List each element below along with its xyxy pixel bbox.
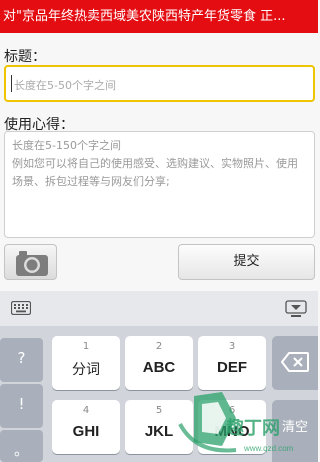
product-title-banner: 对"京品年终热卖西域美农陕西特产年货零食 正... [0,0,318,33]
experience-textarea[interactable]: 长度在5-150个字之间 例如您可以将自己的使用感受、选购建议、实物照片、使用场… [4,131,315,238]
title-input[interactable]: 长度在5-50个字之间 [4,65,315,102]
experience-hint-length: 长度在5-150个字之间 [12,139,121,152]
text-caret [11,75,12,92]
punct-key-question[interactable]: ? [0,338,43,382]
key-4[interactable]: 4 GHI [52,400,120,454]
backspace-icon [281,352,309,372]
key-3[interactable]: 3 DEF [198,336,266,390]
punct-key-exclaim[interactable]: ! [0,384,43,428]
key-letters: ABC [142,359,176,376]
watermark-url: www.qzd.com [244,444,294,453]
title-label: 标题： [4,49,46,65]
key-2[interactable]: 2 ABC [125,336,193,390]
backspace-key[interactable] [272,336,318,390]
title-placeholder: 长度在5-50个字之间 [14,79,116,92]
hide-keyboard-icon[interactable] [285,300,307,318]
punct-key-period[interactable]: 。 [0,430,43,462]
experience-hint-example: 例如您可以将自己的使用感受、选购建议、实物照片、使用场景、拆包过程等与网友们分享… [12,157,298,188]
key-1[interactable]: 1 分词 [52,336,120,390]
add-photo-button[interactable] [4,244,57,280]
watermark-text: 趣丁网 [226,418,280,439]
key-number: 3 [228,341,236,352]
key-letters: GHI [72,423,100,440]
key-number: 2 [155,341,163,352]
key-letters: 分词 [72,362,100,378]
camera-icon [16,251,48,276]
key-number: 4 [82,405,90,416]
key-letters: DEF [217,359,247,376]
keyboard-toolbar [0,291,318,326]
submit-button[interactable]: 提交 [178,244,315,280]
key-number: 1 [82,341,90,352]
keyboard-icon[interactable] [11,301,31,315]
